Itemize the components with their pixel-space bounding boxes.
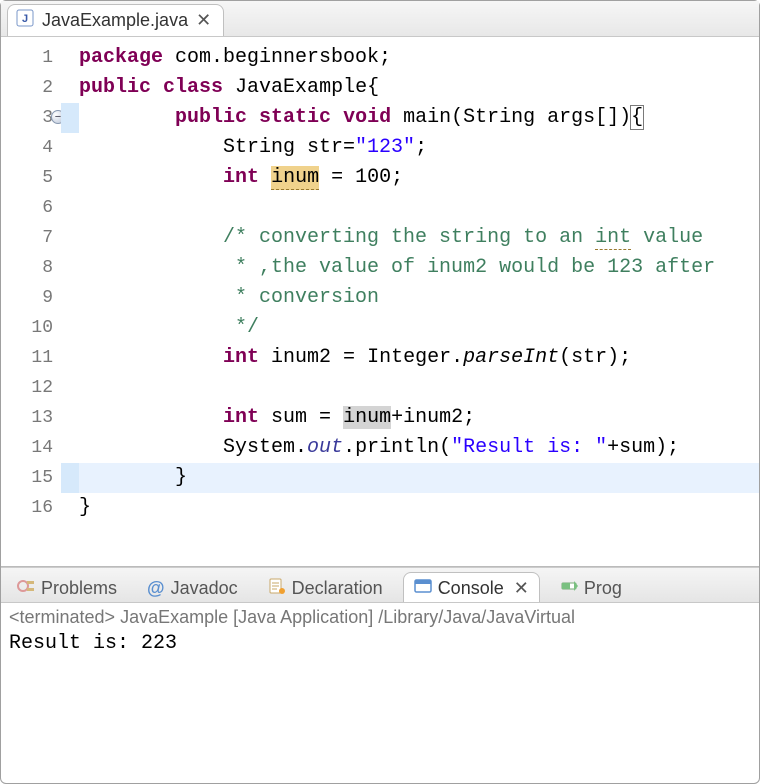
close-icon[interactable]: ✕ bbox=[196, 10, 211, 31]
line-number: 10 bbox=[5, 313, 53, 343]
tab-label: Console bbox=[438, 578, 504, 599]
line-number: 16 bbox=[5, 493, 53, 523]
console-icon bbox=[414, 577, 432, 600]
line-number: 12 bbox=[5, 373, 53, 403]
line-number: 5 bbox=[5, 163, 53, 193]
line-number: 15 bbox=[5, 463, 53, 493]
line-number: 4 bbox=[5, 133, 53, 163]
code-line[interactable]: } bbox=[79, 493, 759, 523]
code-line[interactable]: */ bbox=[79, 313, 759, 343]
tab-progress[interactable]: Prog bbox=[550, 572, 632, 603]
tab-problems[interactable]: Problems bbox=[7, 572, 127, 603]
code-line[interactable]: package com.beginnersbook; bbox=[79, 43, 759, 73]
code-line[interactable]: * ,the value of inum2 would be 123 after bbox=[79, 253, 759, 283]
code-line[interactable]: } bbox=[79, 463, 759, 493]
line-number: 1 bbox=[5, 43, 53, 73]
line-number: 6 bbox=[5, 193, 53, 223]
code-line[interactable]: int sum = inum+inum2; bbox=[79, 403, 759, 433]
line-number: 8 bbox=[5, 253, 53, 283]
tab-javadoc[interactable]: @ Javadoc bbox=[137, 572, 248, 603]
console-output[interactable]: Result is: 223 bbox=[1, 630, 759, 657]
line-number: 11 bbox=[5, 343, 53, 373]
declaration-icon bbox=[268, 577, 286, 600]
code-line[interactable]: * conversion bbox=[79, 283, 759, 313]
code-line[interactable]: System.out.println("Result is: "+sum); bbox=[79, 433, 759, 463]
line-number: 3 bbox=[5, 103, 53, 133]
editor-tabbar: J JavaExample.java ✕ bbox=[1, 1, 759, 37]
tab-label: Declaration bbox=[292, 578, 383, 599]
javadoc-icon: @ bbox=[147, 578, 165, 599]
tab-label: Problems bbox=[41, 578, 117, 599]
code-line[interactable]: int inum = 100; bbox=[79, 163, 759, 193]
code-editor[interactable]: 12345678910111213141516 package com.begi… bbox=[1, 37, 759, 567]
progress-icon bbox=[560, 577, 578, 600]
editor-tab-label: JavaExample.java bbox=[42, 10, 188, 31]
code-line[interactable]: public class JavaExample{ bbox=[79, 73, 759, 103]
problems-icon bbox=[17, 577, 35, 600]
line-number: 9 bbox=[5, 283, 53, 313]
code-line[interactable]: String str="123"; bbox=[79, 133, 759, 163]
tab-declaration[interactable]: Declaration bbox=[258, 572, 393, 603]
tab-console[interactable]: Console ✕ bbox=[403, 572, 540, 603]
tab-label: Javadoc bbox=[171, 578, 238, 599]
views-tabbar: Problems @ Javadoc Declaration Console ✕… bbox=[1, 567, 759, 603]
line-number: 14 bbox=[5, 433, 53, 463]
code-line[interactable] bbox=[79, 373, 759, 403]
editor-margin bbox=[61, 37, 79, 566]
line-number: 13 bbox=[5, 403, 53, 433]
line-number-gutter: 12345678910111213141516 bbox=[1, 37, 61, 566]
code-line[interactable] bbox=[79, 193, 759, 223]
code-line[interactable]: int inum2 = Integer.parseInt(str); bbox=[79, 343, 759, 373]
line-number: 2 bbox=[5, 73, 53, 103]
close-icon[interactable]: ✕ bbox=[514, 578, 529, 599]
line-number: 7 bbox=[5, 223, 53, 253]
code-content[interactable]: package com.beginnersbook;public class J… bbox=[79, 37, 759, 566]
editor-tab-javaexample[interactable]: J JavaExample.java ✕ bbox=[7, 4, 224, 36]
code-line[interactable]: public static void main(String args[]){ bbox=[79, 103, 759, 133]
code-line[interactable]: /* converting the string to an int value bbox=[79, 223, 759, 253]
java-file-icon: J bbox=[16, 9, 34, 32]
tab-label: Prog bbox=[584, 578, 622, 599]
svg-text:J: J bbox=[22, 13, 28, 25]
console-status: <terminated> JavaExample [Java Applicati… bbox=[1, 603, 759, 630]
